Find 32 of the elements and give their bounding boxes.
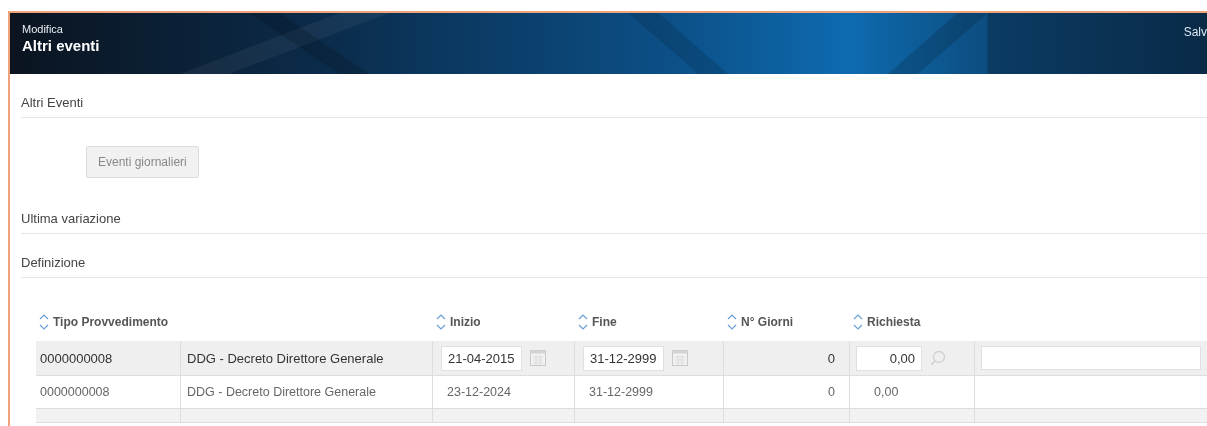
column-header[interactable]: Tipo Provvedimento [53, 315, 169, 329]
column-header[interactable]: Inizio [450, 315, 481, 329]
column-header[interactable]: Fine [592, 315, 617, 329]
table-cell: 0000000008 [40, 385, 110, 399]
date-field[interactable]: 21-04-2015 [441, 345, 522, 371]
table-cell: 0000000008 [40, 350, 113, 366]
calendar-icon [529, 350, 546, 366]
table-cell: 0 [827, 350, 835, 366]
section-title: Altri Eventi [21, 74, 1207, 118]
sort-icon [727, 314, 737, 330]
text-field[interactable] [981, 346, 1201, 370]
section-title: Definizione [21, 234, 1207, 278]
column-header[interactable]: Richiesta [867, 315, 921, 329]
table-cell: DDG - Decreto Direttore Generale [187, 350, 384, 366]
search-icon [930, 350, 946, 366]
sort-icon [436, 314, 446, 330]
date-field[interactable]: 31-12-2999 [583, 345, 664, 371]
sort-icon [578, 314, 588, 330]
sort-icon [39, 314, 49, 330]
table-cell: 0 [828, 385, 835, 399]
table-cell: DDG - Decreto Direttore Generale [187, 385, 376, 399]
page-subtitle: Modifica [22, 23, 64, 35]
table-cell: 23-12-2024 [447, 385, 511, 399]
save-link[interactable]: Salv [1183, 24, 1207, 39]
table-cell: 0,00 [874, 385, 899, 399]
table-cell: 31-12-2999 [589, 385, 653, 399]
sort-icon [853, 314, 863, 330]
page-title: Altri eventi [22, 37, 100, 54]
calendar-icon [671, 350, 688, 366]
section-title: Ultima variazione [21, 190, 1207, 234]
column-header[interactable]: N° Giorni [741, 315, 794, 329]
amount-field[interactable]: 0,00 [856, 345, 922, 371]
